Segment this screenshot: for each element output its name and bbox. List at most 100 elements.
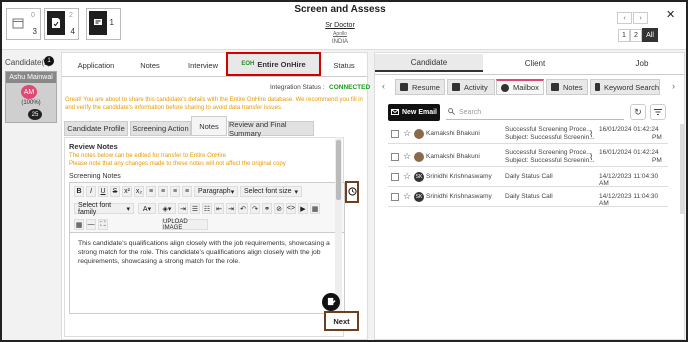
email-checkbox[interactable] xyxy=(391,173,399,181)
share-warning: Great! You are about to share this candi… xyxy=(65,97,363,111)
page-all-button[interactable]: All xyxy=(642,28,658,42)
subtab-notes[interactable]: Notes xyxy=(191,116,227,136)
star-icon[interactable]: ☆ xyxy=(403,151,411,162)
subtab-resume[interactable]: Resume xyxy=(395,79,445,95)
subscript-button[interactable]: x₂ xyxy=(134,186,144,197)
subtab-mailbox[interactable]: Mailbox xyxy=(496,79,544,95)
indent-more-icon[interactable]: ⇥ xyxy=(226,203,236,214)
email-checkbox[interactable] xyxy=(391,153,399,161)
filter-icon[interactable] xyxy=(650,104,666,120)
upload-image-button[interactable]: UPLOAD IMAGE xyxy=(162,219,208,231)
email-row[interactable]: ☆ Kamakshi Bhakuni Successful Screening … xyxy=(388,147,668,167)
edit-fab-button[interactable] xyxy=(322,293,340,311)
email-scrollbar[interactable] xyxy=(680,124,684,214)
numbered-list-icon[interactable]: ☷ xyxy=(202,203,212,214)
mailbox-icon xyxy=(501,83,509,92)
tab-application[interactable]: Application xyxy=(68,55,124,75)
history-button[interactable] xyxy=(345,181,359,203)
italic-button[interactable]: I xyxy=(86,186,96,197)
email-row[interactable]: ☆ Kamakshi Bhakuni Successful Screening … xyxy=(388,124,668,144)
page-2-button[interactable]: 2 xyxy=(630,29,642,42)
email-checkbox[interactable] xyxy=(391,130,399,138)
scrollbar-thumb[interactable] xyxy=(336,140,341,200)
align-center-icon[interactable]: ≡ xyxy=(158,186,168,197)
subtab-screening-action[interactable]: Screening Action xyxy=(130,121,191,136)
star-icon[interactable]: ☆ xyxy=(403,191,411,202)
next-button[interactable]: › xyxy=(633,12,648,24)
html-icon[interactable]: ▦ xyxy=(74,219,84,230)
subtab-review-final-summary[interactable]: Review and Final Summary xyxy=(228,120,314,138)
email-row[interactable]: ☆ SK Srinidhi Krishnaswamy Daily Status C… xyxy=(388,167,668,187)
email-subject-line2: Subject: Successful Screenin... xyxy=(505,157,595,164)
highlight-button[interactable]: ◈▾ xyxy=(158,203,176,214)
new-email-button[interactable]: New Email xyxy=(388,104,440,121)
email-checkbox[interactable] xyxy=(391,193,399,201)
email-sender: Srinidhi Krishnaswamy xyxy=(426,173,492,180)
avatar xyxy=(414,129,424,139)
hr-icon[interactable]: ― xyxy=(86,219,96,230)
counter-document[interactable]: 2 4 xyxy=(44,8,79,40)
font-size-select[interactable]: Select font size ▾ xyxy=(240,186,302,197)
undo-icon[interactable]: ↶ xyxy=(238,203,248,214)
candidate-card[interactable]: Ashu Mainwal AM (100%) 25 xyxy=(5,71,57,123)
scroll-right-icon[interactable]: › xyxy=(672,81,675,91)
code-icon[interactable]: <> xyxy=(286,203,296,214)
avatar: SK xyxy=(414,172,424,182)
counter-notes[interactable]: 1 xyxy=(86,8,121,40)
subtab-activity-label: Activity xyxy=(464,82,488,92)
refresh-icon[interactable]: ↻ xyxy=(630,104,646,120)
table-icon[interactable]: ▦ xyxy=(310,203,320,214)
next-step-button[interactable]: Next xyxy=(324,311,359,331)
job-title-link[interactable]: Sr Doctor xyxy=(260,22,420,29)
font-family-select[interactable]: Select font family ▾ xyxy=(74,202,134,216)
indent-icon[interactable]: ⇥ xyxy=(178,203,188,214)
search-icon xyxy=(448,108,455,117)
subtab-activity[interactable]: Activity xyxy=(447,79,495,95)
scroll-left-icon[interactable]: ‹ xyxy=(382,81,385,91)
star-icon[interactable]: ☆ xyxy=(403,128,411,139)
outdent-icon[interactable]: ⇤ xyxy=(214,203,224,214)
subtab-keyword-label: Keyword Search xyxy=(603,82,659,92)
email-subject: Successful Screening Proce... xyxy=(505,126,592,133)
bold-button[interactable]: B xyxy=(74,186,84,197)
tab-notes[interactable]: Notes xyxy=(128,55,172,75)
text-color-button[interactable]: A▾ xyxy=(138,203,156,214)
document-icon xyxy=(47,11,65,35)
underline-button[interactable]: U xyxy=(98,186,108,197)
tab-entire-onhire[interactable]: EOH Entire OnHire xyxy=(226,52,321,76)
search-input[interactable]: Search xyxy=(446,106,624,120)
tab-status[interactable]: Status xyxy=(322,55,366,75)
star-icon[interactable]: ☆ xyxy=(403,171,411,182)
redo-icon[interactable]: ↷ xyxy=(250,203,260,214)
subtab-keyword-search[interactable]: Keyword Search xyxy=(590,79,660,95)
company-link[interactable]: Apollo xyxy=(260,31,420,37)
counter-value: 1 xyxy=(109,18,114,27)
tab-interview[interactable]: Interview xyxy=(178,55,228,75)
tab-job[interactable]: Job xyxy=(600,54,684,72)
email-date: 16/01/2024 01:42:24 xyxy=(599,126,659,133)
page-1-button[interactable]: 1 xyxy=(618,29,630,42)
superscript-button[interactable]: x² xyxy=(122,186,132,197)
email-subject: Daily Status Call xyxy=(505,173,553,180)
unlink-icon[interactable]: ⊘ xyxy=(274,203,284,214)
bullet-list-icon[interactable]: ☰ xyxy=(190,203,200,214)
strikethrough-button[interactable]: S xyxy=(110,186,120,197)
counter-calendar[interactable]: 0 3 xyxy=(6,8,41,40)
tab-candidate[interactable]: Candidate xyxy=(375,54,483,72)
tab-client[interactable]: Client xyxy=(485,54,585,72)
align-right-icon[interactable]: ≡ xyxy=(170,186,180,197)
paragraph-select[interactable]: Paragraph ▾ xyxy=(194,186,238,197)
close-icon[interactable]: ✕ xyxy=(666,8,675,21)
video-icon[interactable]: ▶ xyxy=(298,203,308,214)
align-justify-icon[interactable]: ≡ xyxy=(182,186,192,197)
editor-content[interactable]: This candidate's qualifications align cl… xyxy=(78,239,338,266)
subtab-notes-right[interactable]: Notes xyxy=(546,79,588,95)
resume-icon xyxy=(400,83,408,91)
align-left-icon[interactable]: ≡ xyxy=(146,186,156,197)
prev-button[interactable]: ‹ xyxy=(617,12,632,24)
fullscreen-icon[interactable]: ⛶ xyxy=(98,219,108,230)
link-icon[interactable]: ⚭ xyxy=(262,203,272,214)
email-row[interactable]: ☆ SK Srinidhi Krishnaswamy Daily Status C… xyxy=(388,187,668,207)
subtab-candidate-profile[interactable]: Candidate Profile xyxy=(64,121,128,136)
calendar-icon xyxy=(9,11,27,35)
